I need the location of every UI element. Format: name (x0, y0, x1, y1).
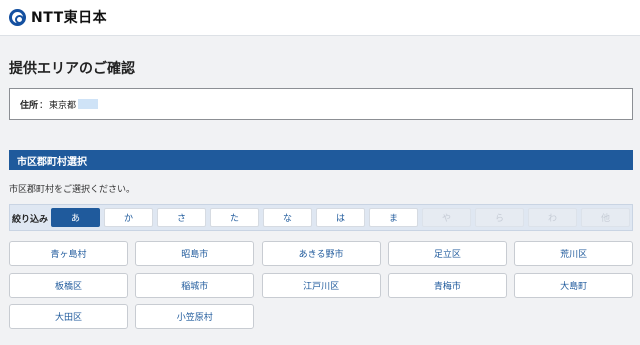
filter-button: 他 (581, 208, 630, 227)
section-heading: 市区郡町村選択 (9, 150, 633, 170)
municipality-button[interactable]: 稲城市 (135, 272, 255, 298)
municipality-button[interactable]: 江戸川区 (261, 272, 381, 298)
ntt-logo-icon (9, 8, 26, 26)
municipality-button[interactable]: 青ヶ島村 (9, 241, 128, 266)
municipality-button[interactable]: 青梅市 (387, 272, 507, 298)
filter-label: 絞り込み (12, 215, 49, 225)
ntt-logo[interactable]: NTT東日本 (9, 7, 107, 27)
municipality-button[interactable]: 荒川区 (514, 241, 634, 266)
municipality-button[interactable]: 板橋区 (9, 272, 128, 298)
address-highlight (78, 99, 99, 109)
filter-button[interactable]: た (210, 208, 259, 227)
instruction-text: 市区郡町村をご選択ください。 (9, 185, 136, 195)
filter-button[interactable]: な (263, 208, 312, 227)
filter-button: ら (475, 208, 524, 227)
address-separator: ： (39, 100, 49, 111)
filter-button[interactable]: さ (157, 208, 206, 227)
filter-button: わ (528, 208, 577, 227)
municipality-button[interactable]: 大島町 (514, 272, 634, 298)
site-header: NTT東日本 (0, 0, 640, 36)
filter-button[interactable]: ま (369, 208, 418, 227)
page-title: 提供エリアのご確認 (9, 61, 135, 77)
address-box: 住所 ： 東京都 (9, 88, 633, 120)
filter-button: や (422, 208, 471, 227)
logo-text: NTT東日本 (31, 10, 108, 26)
municipality-button[interactable]: 小笠原村 (135, 304, 255, 329)
filter-button[interactable]: あ (51, 208, 100, 227)
municipality-button[interactable]: 昭島市 (135, 241, 255, 266)
kana-filter-bar: 絞り込み あかさたなはまやらわ他 (9, 204, 633, 231)
address-label: 住所 (20, 100, 39, 111)
municipality-button[interactable]: 大田区 (9, 304, 128, 329)
filter-button[interactable]: は (316, 208, 365, 227)
municipality-button[interactable]: 足立区 (387, 241, 507, 266)
address-value: 東京都 (49, 100, 77, 111)
municipality-button[interactable]: あきる野市 (261, 241, 381, 266)
filter-button[interactable]: か (104, 208, 153, 227)
